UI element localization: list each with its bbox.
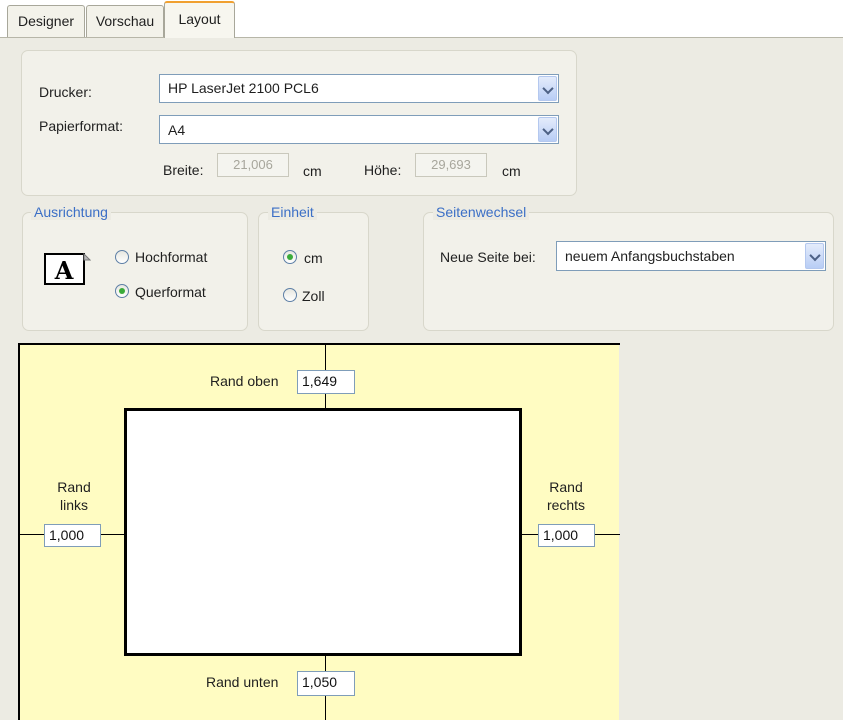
new-page-select-value: neuem Anfangsbuchstaben (565, 248, 735, 264)
height-label: Höhe: (364, 162, 402, 178)
portrait-label[interactable]: Hochformat (135, 248, 207, 266)
page-orientation-icon: A (44, 251, 92, 286)
height-unit: cm (502, 163, 521, 179)
top-margin-input[interactable]: 1,649 (297, 370, 355, 394)
left-margin-line (20, 534, 44, 535)
left-margin-label-line1: Rand (57, 479, 91, 495)
tab-layout[interactable]: Layout (164, 1, 235, 38)
portrait-radio[interactable] (115, 250, 129, 264)
print-area (124, 408, 522, 656)
chevron-down-icon[interactable] (805, 243, 824, 269)
new-page-label: Neue Seite bei: (440, 249, 536, 265)
unit-inch-radio[interactable] (283, 288, 297, 302)
margin-editor-left-edge (18, 344, 20, 720)
top-margin-label: Rand oben (210, 373, 279, 389)
unit-cm-radio[interactable] (283, 250, 297, 264)
top-margin-line-lower (325, 394, 326, 409)
printer-label: Drucker: (39, 84, 92, 100)
bottom-margin-input[interactable]: 1,050 (297, 671, 355, 696)
unit-cm-label[interactable]: cm (304, 249, 323, 267)
page-break-group (423, 212, 834, 331)
orientation-title: Ausrichtung (31, 204, 111, 220)
height-field: 29,693 (415, 153, 487, 177)
top-margin-line (325, 345, 326, 370)
unit-group (258, 212, 369, 331)
left-margin-line-inner (100, 534, 125, 535)
width-field: 21,006 (217, 153, 289, 177)
tab-layout-label: Layout (178, 11, 221, 27)
paper-format-select[interactable]: A4 (159, 115, 559, 144)
left-margin-label-line2: links (59, 497, 88, 513)
printer-select[interactable]: HP LaserJet 2100 PCL6 (159, 74, 559, 103)
printer-select-value: HP LaserJet 2100 PCL6 (168, 80, 319, 96)
tab-preview[interactable]: Vorschau (86, 5, 164, 37)
landscape-label[interactable]: Querformat (135, 283, 206, 301)
unit-inch-label[interactable]: Zoll (302, 287, 325, 305)
paper-format-label: Papierformat: (39, 118, 124, 134)
chevron-down-icon[interactable] (538, 117, 557, 142)
right-margin-line (595, 534, 620, 535)
tab-strip-divider (0, 37, 843, 38)
page-break-title: Seitenwechsel (433, 204, 530, 220)
width-unit: cm (303, 163, 322, 179)
page-orientation-icon-letter: A (54, 256, 74, 285)
new-page-select[interactable]: neuem Anfangsbuchstaben (556, 241, 826, 271)
bottom-margin-label: Rand unten (206, 674, 279, 690)
tab-preview-label: Vorschau (95, 13, 155, 29)
paper-format-value: A4 (168, 122, 186, 138)
right-margin-input[interactable]: 1,000 (538, 524, 595, 547)
right-margin-label-line2: rechts (546, 497, 586, 513)
tab-designer[interactable]: Designer (7, 5, 85, 37)
chevron-down-icon[interactable] (538, 76, 557, 101)
landscape-radio[interactable] (115, 284, 129, 298)
width-label: Breite: (163, 162, 204, 178)
tab-designer-label: Designer (17, 13, 75, 29)
bottom-margin-line (325, 656, 326, 671)
left-margin-input[interactable]: 1,000 (44, 524, 101, 547)
right-margin-label-line1: Rand (549, 479, 583, 495)
margin-editor-top-edge (18, 343, 620, 345)
unit-title: Einheit (268, 204, 317, 220)
bottom-margin-line-lower (325, 696, 326, 720)
right-margin-line-inner (521, 534, 538, 535)
